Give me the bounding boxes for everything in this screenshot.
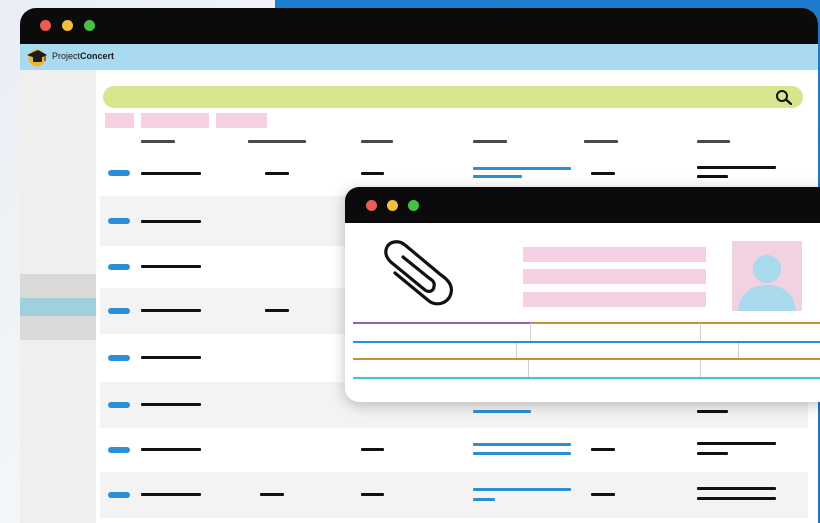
row-cell [697,175,728,178]
maximize-dot[interactable] [84,20,95,31]
column-divider [738,343,739,359]
paperclip-icon[interactable] [377,233,463,309]
divider-line [531,322,820,324]
row-link[interactable] [473,167,571,170]
column-divider [700,323,701,342]
column-divider [700,360,701,377]
row-cell [591,448,615,451]
sidebar-item-3[interactable] [20,316,96,340]
popup-minimize-dot[interactable] [387,200,398,211]
row-link[interactable] [473,443,571,446]
row-cell [141,403,201,406]
popup-maximize-dot[interactable] [408,200,419,211]
row-link[interactable] [473,452,571,455]
brand-bar: ProjectConcert [20,44,818,70]
close-dot[interactable] [40,20,51,31]
column-divider [528,360,529,377]
brand-name: ProjectConcert [52,51,115,61]
popup-close-dot[interactable] [366,200,377,211]
column-header[interactable] [473,140,507,143]
column-header[interactable] [697,140,730,143]
row-cell [265,309,289,312]
divider-line [353,377,820,379]
column-header[interactable] [584,140,618,143]
row-cell [141,448,201,451]
row-status-pill [108,170,130,176]
sidebar-item-selected[interactable] [20,298,96,316]
divider-line [353,341,820,343]
row-status-pill [108,308,130,314]
search-input[interactable] [103,86,803,108]
divider-line [353,358,820,360]
row-cell [141,265,201,268]
divider-line [353,322,531,324]
row-link[interactable] [473,410,531,413]
row-cell [697,497,776,500]
row-cell [697,452,728,455]
row-cell [697,166,776,169]
column-header[interactable] [141,140,175,143]
attachment-popup-window [345,187,820,402]
row-status-pill [108,218,130,224]
minimize-dot[interactable] [62,20,73,31]
row-cell [591,493,615,496]
graduation-cap-logo[interactable] [26,47,48,67]
row-cell [141,309,201,312]
row-cell [361,172,384,175]
column-divider [516,343,517,359]
row-link[interactable] [473,498,495,501]
row-cell [141,356,201,359]
row-status-pill [108,402,130,408]
table-row[interactable] [100,428,808,472]
search-icon[interactable] [775,89,793,105]
row-cell [361,448,384,451]
row-cell [265,172,289,175]
title-bar [20,8,818,44]
sidebar [20,70,96,523]
row-link[interactable] [473,488,571,491]
detail-field [523,269,706,284]
column-divider [530,323,531,342]
sidebar-item-1[interactable] [20,274,96,298]
popup-title-bar [345,187,820,223]
column-header[interactable] [248,140,306,143]
row-cell [697,410,728,413]
row-cell [361,493,384,496]
column-header[interactable] [361,140,393,143]
detail-field [523,247,706,262]
row-status-pill [108,492,130,498]
row-cell [697,442,776,445]
row-link[interactable] [473,175,522,178]
row-cell [591,172,615,175]
filter-chip-1[interactable] [105,113,134,128]
row-status-pill [108,355,130,361]
row-cell [141,172,201,175]
user-avatar-icon [732,241,802,311]
row-cell [260,493,284,496]
row-status-pill [108,447,130,453]
row-cell [141,220,201,223]
row-cell [141,493,201,496]
table-row[interactable] [100,472,808,518]
detail-field [523,292,706,307]
row-cell [697,487,776,490]
filter-chip-2[interactable] [141,113,209,128]
filter-chip-3[interactable] [216,113,267,128]
row-status-pill [108,264,130,270]
